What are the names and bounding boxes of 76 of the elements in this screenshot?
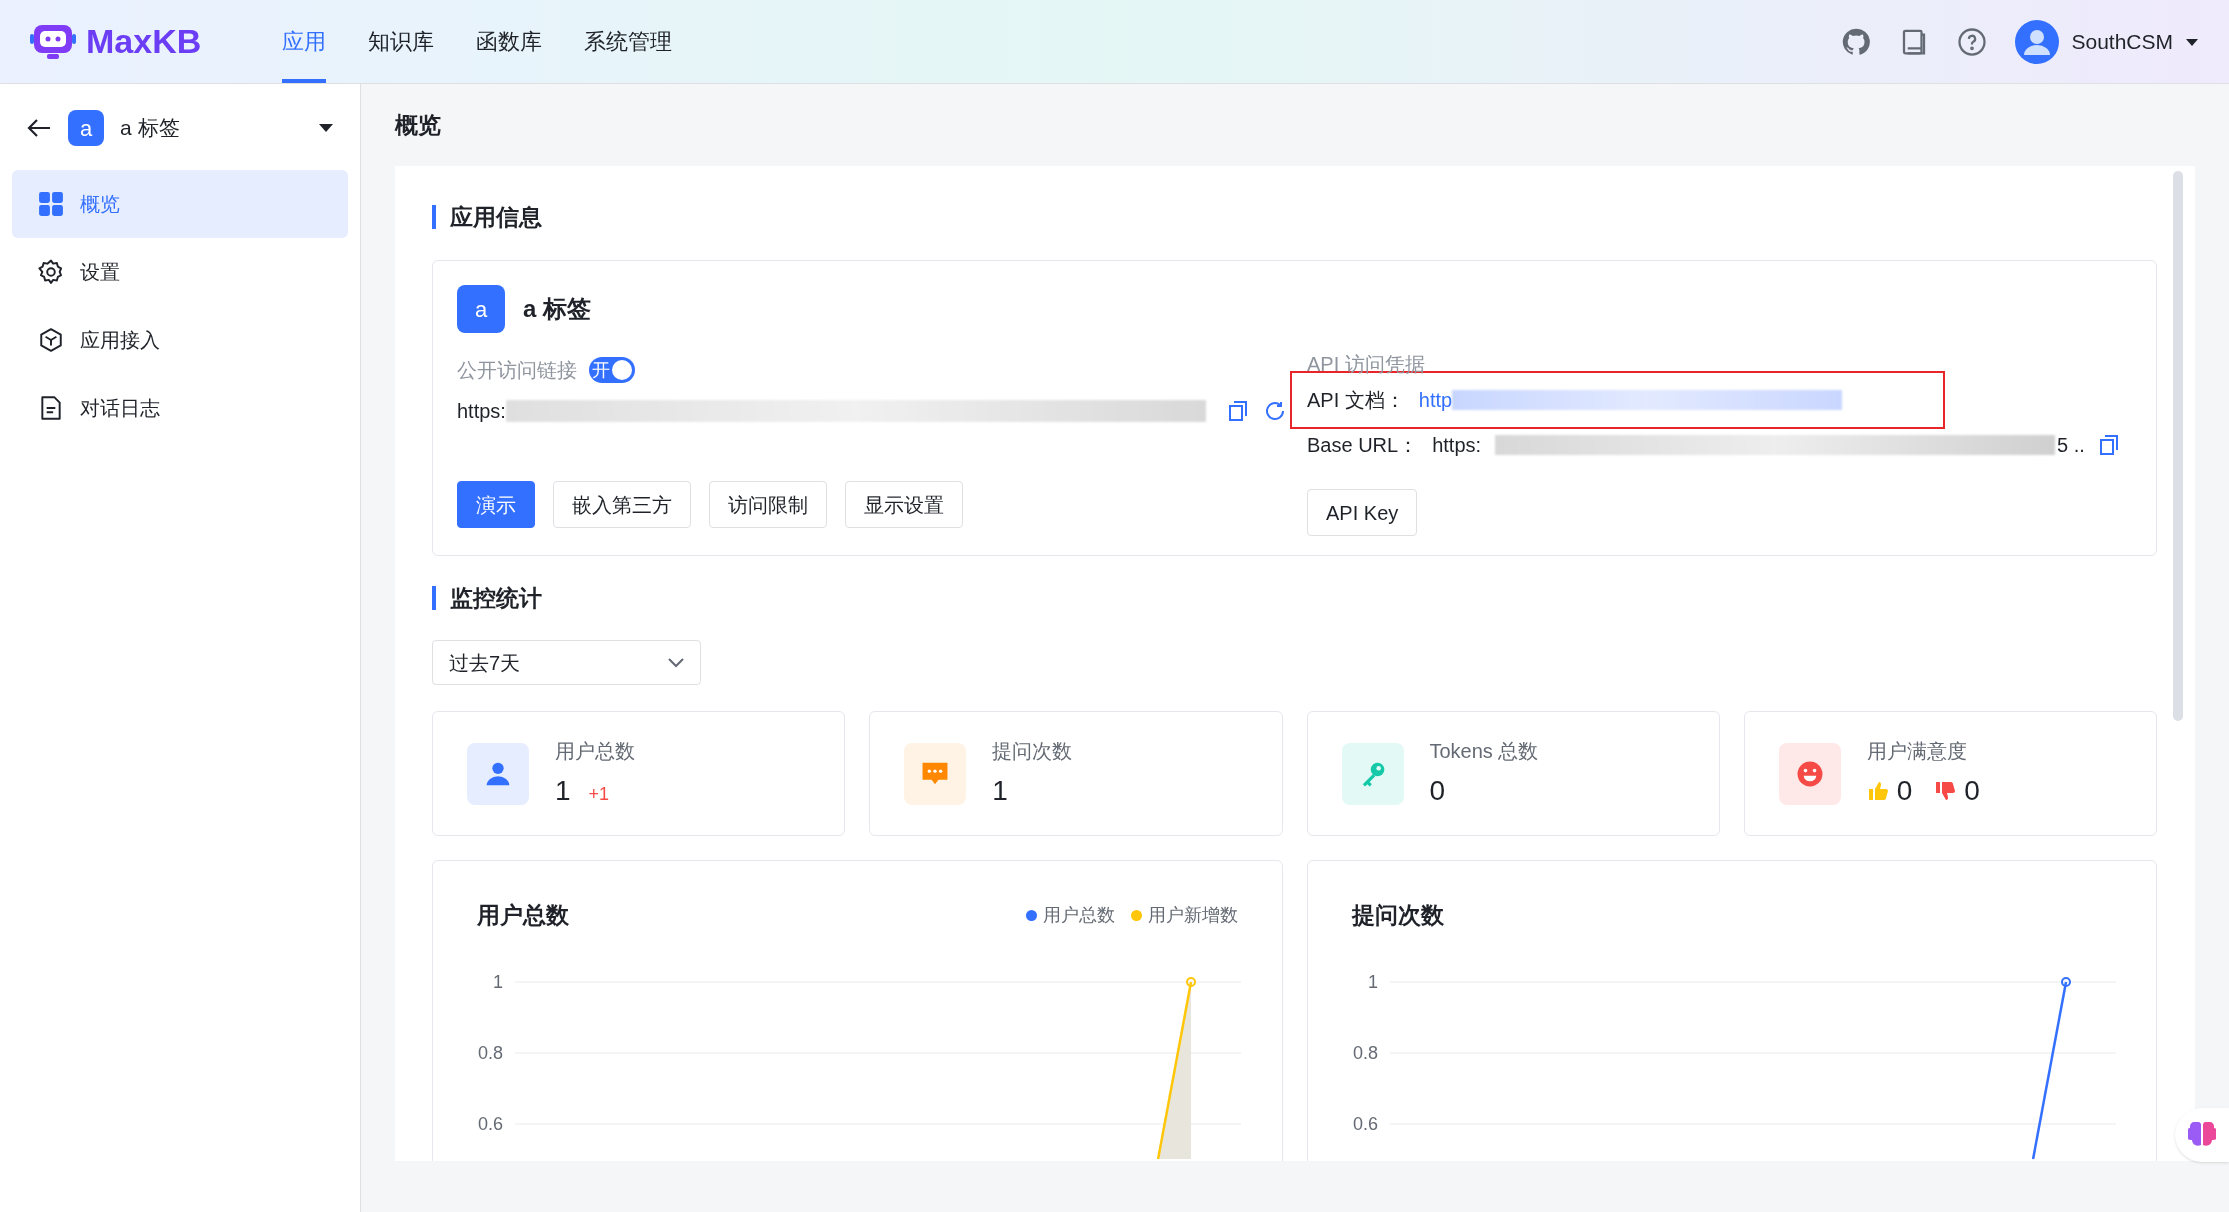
like-count: 0 xyxy=(1896,773,1913,808)
axis-tick-label: 0.8 xyxy=(1352,1043,1378,1063)
back-arrow-icon[interactable] xyxy=(26,117,52,139)
field-label: 公开访问链接 xyxy=(457,358,577,383)
select-value: 过去7天 xyxy=(449,650,521,676)
user-icon xyxy=(467,742,529,805)
action-button[interactable]: 嵌入第三方 xyxy=(553,481,691,528)
page-title: 概览 xyxy=(395,110,442,140)
public-link-url[interactable]: https: xyxy=(457,396,506,426)
stat-change: +1 xyxy=(588,782,610,806)
field-label: API 文档： xyxy=(1307,388,1405,413)
copy-icon[interactable] xyxy=(1227,400,1248,422)
brain-icon xyxy=(2188,1122,2216,1148)
github-icon[interactable] xyxy=(1841,26,1872,57)
sidebar-item[interactable]: 应用接入 xyxy=(12,306,348,374)
scrollbar[interactable] xyxy=(2173,171,2183,721)
axis-tick-label: 0.6 xyxy=(1352,1114,1378,1134)
action-button[interactable]: 演示 xyxy=(457,481,535,528)
axis-tick-label: 0.8 xyxy=(477,1043,503,1063)
sidebar-item[interactable]: 设置 xyxy=(12,238,348,306)
settings-icon xyxy=(38,259,64,285)
key-icon xyxy=(1341,742,1404,805)
document-icon xyxy=(38,395,64,421)
thumbs-down-icon xyxy=(1934,779,1957,802)
section-heading: 监控统计 xyxy=(450,583,542,613)
caret-icon[interactable] xyxy=(2185,36,2199,47)
help-icon[interactable] xyxy=(1957,26,1988,57)
action-button[interactable]: 访问限制 xyxy=(709,481,827,528)
app-name[interactable]: a 标签 xyxy=(120,112,180,144)
legend-label[interactable]: 用户总数 xyxy=(1042,901,1115,929)
user-name[interactable]: SouthCSM xyxy=(2071,25,2173,58)
axis-tick-label: 1 xyxy=(493,972,503,992)
grid-icon xyxy=(38,191,64,217)
refresh-icon[interactable] xyxy=(1263,400,1286,422)
thumbs-up-icon xyxy=(1866,779,1889,802)
chat-bubble-icon xyxy=(904,742,967,805)
api-key-button[interactable]: API Key xyxy=(1307,489,1418,536)
cube-icon xyxy=(38,327,64,353)
chevron-down-icon[interactable] xyxy=(668,657,684,668)
api-doc-link[interactable]: http xyxy=(1418,385,1453,415)
dropdown-caret-icon[interactable] xyxy=(318,123,334,133)
sidebar-item[interactable]: 概览 xyxy=(12,170,348,238)
chart-title: 用户总数 xyxy=(477,900,569,930)
dislike-count: 0 xyxy=(1964,773,1980,808)
nav-tab[interactable]: 知识库 xyxy=(368,0,434,83)
logo-text: MaxKB xyxy=(86,21,202,62)
avatar-icon[interactable] xyxy=(2015,19,2060,64)
stat-label: 提问次数 xyxy=(992,738,1073,764)
assistant-button[interactable] xyxy=(2175,1108,2229,1162)
axis-tick-label: 0.6 xyxy=(477,1114,503,1134)
sidebar-item[interactable]: 对话日志 xyxy=(12,374,348,442)
date-range-select[interactable]: 过去7天 xyxy=(432,640,701,685)
nav-tab[interactable]: 系统管理 xyxy=(584,0,672,83)
field-label: API 访问凭据 xyxy=(1307,353,1426,375)
app-avatar: a xyxy=(457,285,505,333)
app-name: a 标签 xyxy=(523,294,591,324)
action-button[interactable]: 显示设置 xyxy=(845,481,963,528)
section-heading: 应用信息 xyxy=(450,202,542,232)
stat-value: 1 xyxy=(555,773,571,808)
stat-value: 0 xyxy=(1429,773,1446,808)
stat-label: Tokens 总数 xyxy=(1429,738,1539,764)
base-url-ending: 5 .. xyxy=(2057,433,2085,458)
copy-icon[interactable] xyxy=(2098,434,2119,456)
data-point[interactable] xyxy=(2060,977,2071,987)
field-label: Base URL： xyxy=(1307,433,1419,458)
stat-label: 用户总数 xyxy=(555,738,635,764)
stat-label: 用户满意度 xyxy=(1866,738,1968,764)
nav-tab[interactable]: 函数库 xyxy=(476,0,542,83)
axis-tick-label: 1 xyxy=(1367,972,1378,992)
stat-value: 1 xyxy=(992,773,1008,808)
legend-label[interactable]: 用户新增数 xyxy=(1147,901,1238,929)
base-url: https: xyxy=(1432,433,1482,458)
chart-title: 提问次数 xyxy=(1351,900,1444,930)
public-link-toggle[interactable]: 开 xyxy=(589,357,635,383)
app-avatar: a xyxy=(68,110,104,146)
smiley-icon xyxy=(1778,742,1841,805)
